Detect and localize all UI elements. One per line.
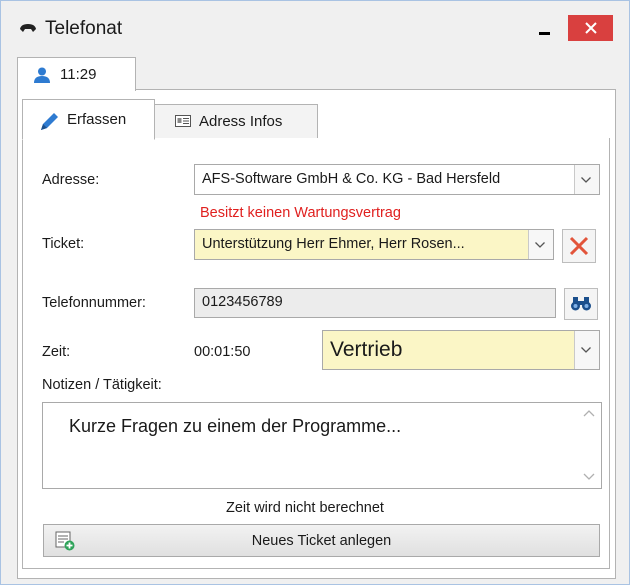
chevron-up-icon[interactable] [583, 409, 595, 417]
notes-textarea[interactable]: Kurze Fragen zu einem der Programme... [42, 402, 602, 489]
category-value: Vertrieb [330, 338, 403, 361]
person-icon [34, 67, 50, 83]
chevron-down-icon [535, 241, 545, 248]
tab-erfassen[interactable]: Erfassen [22, 99, 155, 140]
address-value: AFS-Software GmbH & Co. KG - Bad Hersfel… [202, 171, 501, 187]
chevron-down-icon [581, 176, 591, 183]
address-dropdown-button[interactable] [574, 165, 599, 194]
tab-adress-infos-label: Adress Infos [199, 113, 283, 130]
phone-lookup-button[interactable] [564, 288, 598, 320]
chevron-down-icon[interactable] [583, 473, 595, 481]
binoculars-icon [571, 297, 591, 311]
chevron-down-icon [581, 347, 591, 353]
ticket-dropdown-button[interactable] [528, 230, 553, 259]
ticket-label: Ticket: [42, 236, 85, 252]
minimize-button[interactable] [533, 15, 557, 39]
pencil-icon [41, 113, 58, 130]
notes-label: Notizen / Tätigkeit: [42, 377, 162, 393]
ticket-select[interactable]: Unterstützung Herr Ehmer, Herr Rosen... [194, 229, 554, 260]
maintenance-warning: Besitzt keinen Wartungsvertrag [200, 205, 401, 221]
notes-value: Kurze Fragen zu einem der Programme... [69, 416, 402, 436]
window-title: Telefonat [45, 18, 123, 39]
ticket-value: Unterstützung Herr Ehmer, Herr Rosen... [202, 236, 465, 252]
time-value: 00:01:50 [194, 344, 251, 360]
close-icon [584, 22, 597, 34]
new-ticket-button[interactable]: Neues Ticket anlegen [43, 524, 600, 557]
title-bar[interactable]: Telefonat [1, 1, 629, 49]
address-label: Adresse: [42, 172, 100, 188]
telefonat-window: Telefonat 11:29 Erfassen Adress Infos Ad… [0, 0, 630, 585]
address-card-icon [175, 115, 191, 127]
category-dropdown-button[interactable] [574, 331, 599, 369]
clear-ticket-button[interactable] [562, 229, 596, 263]
time-label: Zeit: [42, 344, 71, 360]
close-button[interactable] [568, 15, 613, 41]
tab-erfassen-label: Erfassen [67, 111, 127, 128]
close-icon [569, 236, 589, 256]
tab-call-time-label: 11:29 [60, 66, 97, 83]
category-select[interactable]: Vertrieb [322, 330, 600, 370]
phone-icon [20, 24, 36, 32]
phone-number-label: Telefonnummer: [42, 295, 146, 311]
tab-call-time[interactable]: 11:29 [17, 57, 136, 91]
address-select[interactable]: AFS-Software GmbH & Co. KG - Bad Hersfel… [194, 164, 600, 195]
new-ticket-label: Neues Ticket anlegen [251, 533, 392, 549]
phone-number-value: 0123456789 [202, 294, 283, 310]
phone-number-field[interactable]: 0123456789 [194, 288, 556, 318]
tab-adress-infos[interactable]: Adress Infos [153, 104, 318, 138]
billing-note: Zeit wird nicht berechnet [226, 500, 384, 516]
notes-scrollbar[interactable] [577, 403, 601, 488]
